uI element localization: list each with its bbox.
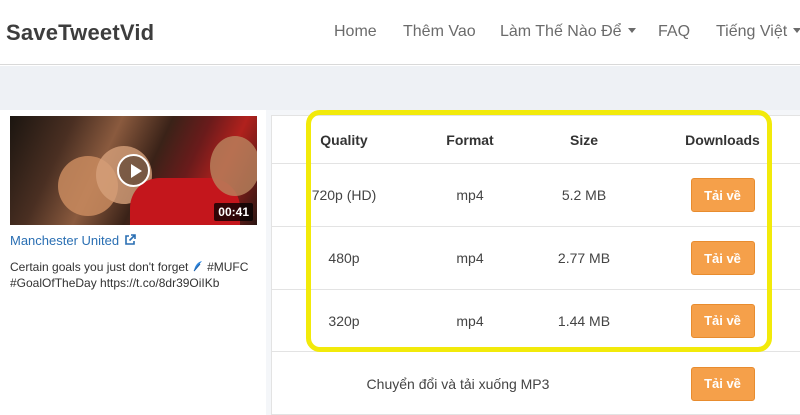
tweet-text-line2: #GoalOfTheDay https://t.co/8dr39OiIKb: [10, 276, 220, 290]
row-quality: 480p: [328, 250, 360, 266]
thumbnail-figure: [210, 136, 257, 196]
row-size: 1.44 MB: [557, 312, 611, 329]
row-size: 2.77 MB: [557, 250, 611, 266]
brand-logo[interactable]: SaveTweetVid: [6, 20, 154, 46]
row-format: mp4: [456, 187, 484, 203]
row-download-cell: Tải về: [644, 227, 800, 289]
download-button-320p[interactable]: Tải về: [690, 303, 755, 338]
mp3-row: Chuyển đổi và tải xuống MP3 Tải về: [272, 352, 800, 415]
row-quality: 720p (HD): [311, 187, 377, 203]
download-mp3-button[interactable]: Tải về: [690, 366, 755, 401]
row-size: 5.2 MB: [561, 187, 607, 203]
nav-language-label: Tiếng Việt: [716, 23, 788, 40]
tweet-text-line1: Certain goals you just don't forget: [10, 260, 189, 274]
row-format: mp4: [456, 250, 484, 266]
header-format: Format: [446, 131, 494, 148]
nav-language-dropdown[interactable]: Tiếng Việt: [716, 23, 800, 41]
table-row: 320p mp4 1.44 MB Tải về: [272, 290, 800, 352]
row-quality: 320p: [328, 312, 360, 329]
mp3-convert-label: Chuyển đổi và tải xuống MP3: [366, 375, 550, 392]
table-row: 720p (HD) mp4 5.2 MB Tải về: [272, 164, 800, 227]
nav-how-to-dropdown[interactable]: Làm Thế Nào Để: [500, 23, 636, 41]
download-button-720p[interactable]: Tải về: [690, 178, 755, 212]
nav-how-to-label: Làm Thế Nào Để: [500, 23, 622, 40]
header-quality: Quality: [320, 131, 368, 148]
table-header-row: Quality Format Size Downloads: [272, 116, 800, 164]
tweet-text: Certain goals you just don't forget #MUF…: [10, 259, 260, 291]
play-icon[interactable]: [117, 154, 150, 187]
nav-home[interactable]: Home: [334, 23, 377, 41]
tweet-preview-card: 00:41 Manchester United Certain goals yo…: [0, 110, 266, 415]
top-navbar: SaveTweetVid Home Thêm Vao Làm Thế Nào Đ…: [0, 0, 800, 65]
account-name: Manchester United: [10, 233, 120, 248]
row-format: mp4: [456, 312, 484, 329]
table-row: 480p mp4 2.77 MB Tải về: [272, 227, 800, 290]
chevron-down-icon: [793, 28, 800, 34]
account-link[interactable]: Manchester United: [10, 233, 136, 248]
video-thumbnail[interactable]: 00:41: [10, 116, 257, 225]
header-band: [0, 66, 800, 110]
feather-emoji-icon: [193, 261, 202, 272]
external-link-icon: [125, 234, 136, 245]
download-button-480p[interactable]: Tải về: [690, 241, 755, 275]
video-duration: 00:41: [214, 203, 253, 221]
header-size: Size: [569, 131, 598, 148]
tweet-hashtag-mufc: #MUFC: [207, 260, 249, 274]
mp3-download-cell: Tải về: [644, 352, 800, 415]
header-downloads: Downloads: [685, 131, 760, 148]
download-table: Quality Format Size Downloads 720p (HD) …: [271, 115, 800, 415]
nav-them-vao[interactable]: Thêm Vao: [403, 23, 476, 41]
nav-faq[interactable]: FAQ: [658, 23, 690, 41]
row-download-cell: Tải về: [644, 164, 800, 226]
chevron-down-icon: [627, 28, 636, 34]
row-download-cell: Tải về: [644, 290, 800, 351]
